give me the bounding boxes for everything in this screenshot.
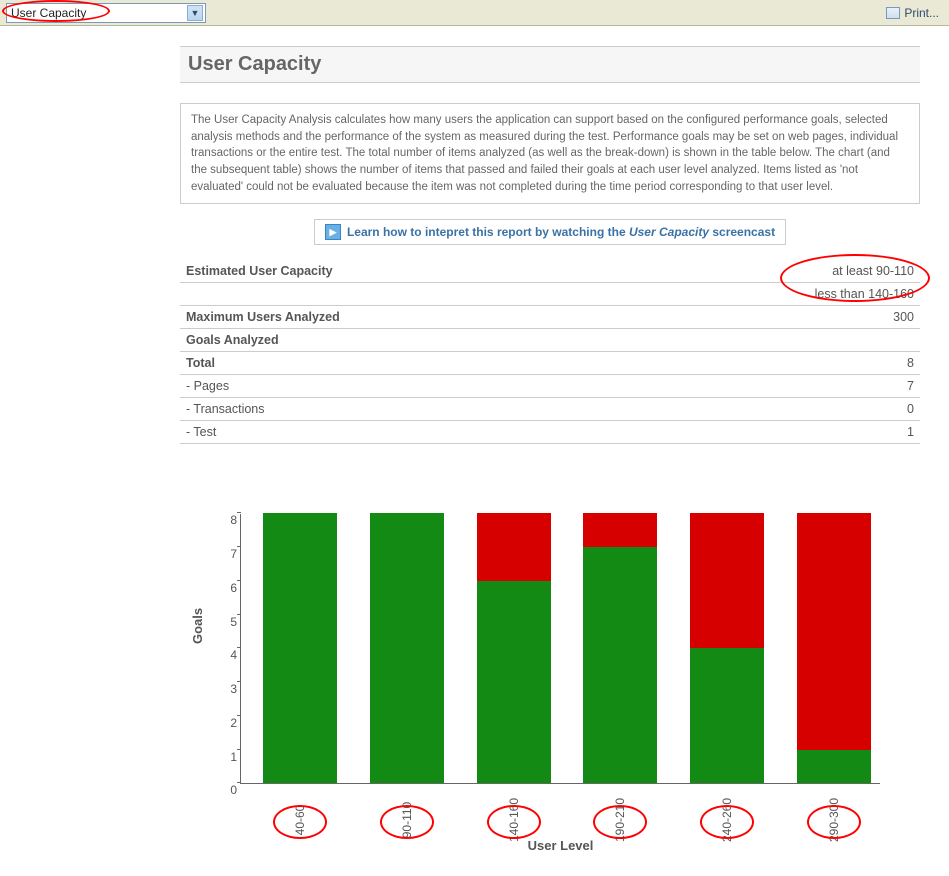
summary-row: Maximum Users Analyzed300 bbox=[180, 306, 920, 329]
screencast-prefix: Learn how to intepret this report by wat… bbox=[347, 225, 629, 239]
report-description: The User Capacity Analysis calculates ho… bbox=[180, 103, 920, 204]
summary-value bbox=[623, 329, 920, 352]
summary-label: - Pages bbox=[180, 375, 623, 398]
summary-table: Estimated User Capacityat least 90-110le… bbox=[180, 260, 920, 444]
summary-label: - Test bbox=[180, 421, 623, 444]
chart-bar-passed bbox=[797, 750, 871, 784]
chart-xlabel: User Level bbox=[241, 838, 880, 853]
chart-ytick: 2 bbox=[215, 716, 237, 730]
print-label: Print... bbox=[904, 6, 939, 20]
chart-xtick: 40-60 bbox=[293, 805, 307, 836]
page-title: User Capacity bbox=[180, 46, 920, 83]
screencast-link[interactable]: ▶ Learn how to intepret this report by w… bbox=[314, 219, 786, 245]
chart-plot-area: User Level 01234567840-6090-110140-16019… bbox=[240, 514, 880, 784]
chevron-down-icon: ▼ bbox=[187, 5, 203, 21]
summary-value: 300 bbox=[623, 306, 920, 329]
summary-value: 8 bbox=[623, 352, 920, 375]
goals-chart: Goals User Level 01234567840-6090-110140… bbox=[180, 504, 920, 864]
chart-ytick: 5 bbox=[215, 615, 237, 629]
chart-ytick: 3 bbox=[215, 682, 237, 696]
summary-label: Estimated User Capacity bbox=[180, 260, 623, 283]
dropdown-selected-text: User Capacity bbox=[11, 6, 86, 20]
chart-xtick: 240-260 bbox=[720, 798, 734, 842]
summary-label: Total bbox=[180, 352, 623, 375]
chart-bar-passed bbox=[583, 547, 657, 783]
chart-ytick: 6 bbox=[215, 581, 237, 595]
summary-value: less than 140-160 bbox=[623, 283, 920, 306]
summary-row: Total8 bbox=[180, 352, 920, 375]
summary-label: Goals Analyzed bbox=[180, 329, 623, 352]
chart-ytick: 7 bbox=[215, 547, 237, 561]
summary-row: - Transactions0 bbox=[180, 398, 920, 421]
summary-row: Estimated User Capacityat least 90-110 bbox=[180, 260, 920, 283]
chart-ytick: 8 bbox=[215, 513, 237, 527]
play-icon: ▶ bbox=[325, 224, 341, 240]
toolbar: User Capacity ▼ Print... bbox=[0, 0, 949, 26]
summary-row: - Test1 bbox=[180, 421, 920, 444]
summary-label: Maximum Users Analyzed bbox=[180, 306, 623, 329]
summary-row: - Pages7 bbox=[180, 375, 920, 398]
chart-ytick: 1 bbox=[215, 750, 237, 764]
screencast-name: User Capacity bbox=[629, 225, 709, 239]
chart-xtick: 90-110 bbox=[400, 802, 414, 838]
summary-row: Goals Analyzed bbox=[180, 329, 920, 352]
chart-xtick: 290-300 bbox=[827, 798, 841, 842]
chart-bar-failed bbox=[797, 513, 871, 749]
chart-ytick: 0 bbox=[215, 783, 237, 797]
chart-ytick: 4 bbox=[215, 648, 237, 662]
chart-bar-failed bbox=[477, 513, 551, 581]
chart-bar-passed bbox=[370, 513, 444, 783]
chart-bar-passed bbox=[477, 581, 551, 784]
summary-label: - Transactions bbox=[180, 398, 623, 421]
chart-bar-passed bbox=[263, 513, 337, 783]
summary-value: at least 90-110 bbox=[623, 260, 920, 283]
summary-row: less than 140-160 bbox=[180, 283, 920, 306]
chart-bar-failed bbox=[690, 513, 764, 648]
screencast-suffix: screencast bbox=[709, 225, 775, 239]
report-content: User Capacity The User Capacity Analysis… bbox=[180, 26, 920, 864]
chart-xtick: 140-160 bbox=[507, 798, 521, 842]
report-selector-dropdown[interactable]: User Capacity ▼ bbox=[6, 3, 206, 23]
chart-bar-passed bbox=[690, 648, 764, 783]
summary-value: 7 bbox=[623, 375, 920, 398]
summary-value: 0 bbox=[623, 398, 920, 421]
chart-xtick: 190-210 bbox=[613, 798, 627, 842]
printer-icon bbox=[886, 7, 900, 19]
chart-bar-failed bbox=[583, 513, 657, 547]
summary-label bbox=[180, 283, 623, 306]
chart-ylabel: Goals bbox=[190, 608, 205, 644]
print-button[interactable]: Print... bbox=[886, 6, 939, 20]
summary-value: 1 bbox=[623, 421, 920, 444]
